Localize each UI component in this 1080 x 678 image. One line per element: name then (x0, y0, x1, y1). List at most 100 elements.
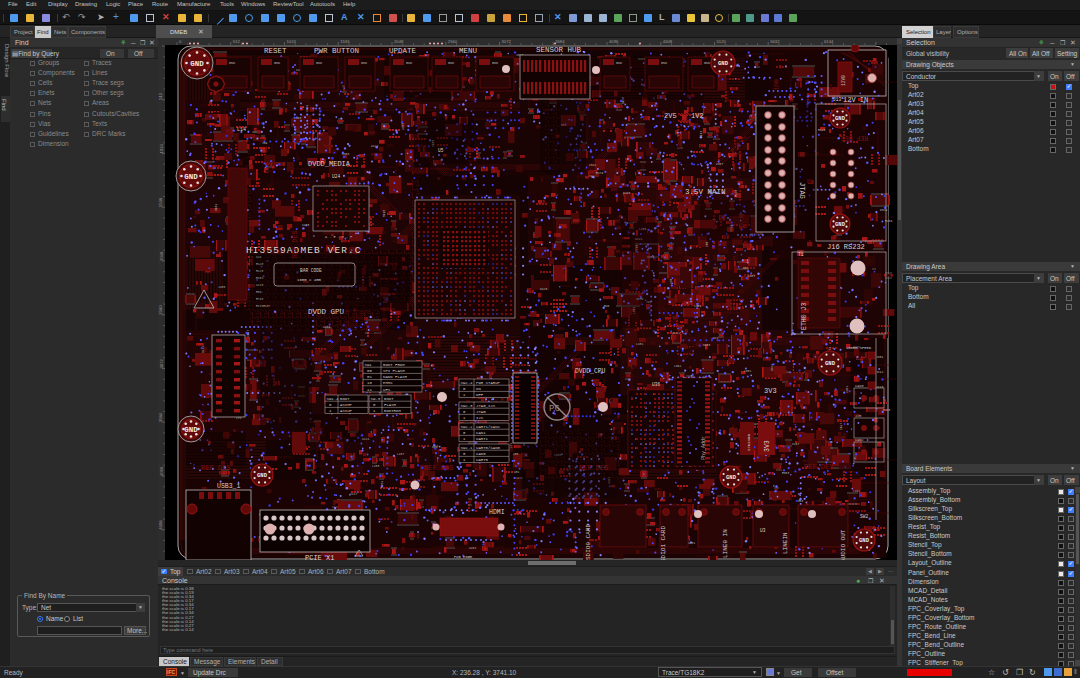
svg-text:C197: C197 (840, 423, 843, 430)
svg-text:L72: L72 (236, 417, 242, 420)
svg-text:REF DES: REF DES (201, 464, 230, 472)
svg-text:AUDIO OUT: AUDIO OUT (840, 529, 847, 560)
svg-text:J180: J180 (294, 117, 301, 120)
svg-text:C341: C341 (589, 164, 596, 167)
svg-text:U36: U36 (652, 382, 660, 387)
svg-text:SW1.4: SW1.4 (327, 397, 340, 401)
svg-text:L14: L14 (237, 127, 246, 133)
svg-text:U224: U224 (362, 438, 369, 441)
svg-text:D13: D13 (877, 385, 883, 389)
svg-text:NAND FLASH: NAND FLASH (383, 375, 408, 379)
svg-text:16mm X 4mm: 16mm X 4mm (297, 278, 322, 282)
svg-text:CAN1: CAN1 (476, 431, 486, 435)
svg-text:2560: 2560 (159, 305, 164, 315)
svg-text:2048: 2048 (159, 251, 164, 261)
svg-text:J24: J24 (589, 175, 595, 178)
svg-text:SPI FLASH: SPI FLASH (383, 369, 405, 373)
svg-text:S7N2366: S7N2366 (747, 434, 751, 451)
svg-text:U256: U256 (703, 52, 710, 55)
svg-text:SDIO1 CARD: SDIO1 CARD (660, 526, 667, 560)
svg-text:L161: L161 (853, 490, 860, 493)
svg-text:GND: GND (316, 61, 322, 65)
svg-text:U366: U366 (402, 123, 405, 130)
svg-text:1024: 1024 (287, 39, 297, 44)
svg-text:CAN0: CAN0 (476, 452, 486, 456)
svg-text:L129: L129 (694, 305, 701, 308)
svg-text:BOOT FROM: BOOT FROM (383, 363, 405, 367)
svg-text:R176R187: R176R187 (256, 305, 271, 308)
svg-text:C120: C120 (677, 180, 684, 183)
svg-text:J204: J204 (651, 144, 654, 151)
svg-text:UART0/CAN0: UART0/CAN0 (476, 446, 501, 450)
svg-text:D12: D12 (877, 370, 883, 374)
svg-text:C227: C227 (350, 493, 357, 496)
svg-text:J456: J456 (218, 286, 225, 289)
svg-text:REF DES: REF DES (804, 463, 833, 471)
svg-text:UFS: UFS (383, 388, 391, 392)
svg-text:SDIO0 CARD: SDIO0 CARD (585, 524, 592, 560)
svg-text:JTAG: JTAG (798, 182, 806, 199)
svg-text:2048: 2048 (394, 39, 404, 44)
svg-text:L74: L74 (510, 442, 513, 448)
svg-text:REF DES: REF DES (579, 464, 608, 472)
svg-text:01: 01 (367, 375, 372, 379)
svg-text:L101: L101 (636, 343, 643, 346)
svg-text:2560: 2560 (448, 39, 458, 44)
svg-text:R372: R372 (735, 153, 742, 156)
svg-text:10: 10 (367, 381, 372, 385)
svg-text:SW2: SW2 (860, 514, 868, 519)
svg-text:MENU: MENU (459, 47, 477, 55)
svg-text:U5: U5 (438, 148, 444, 153)
svg-text:GND: GND (257, 472, 268, 479)
svg-text:R209: R209 (381, 481, 384, 488)
svg-text:6144: 6144 (824, 39, 834, 44)
svg-text:SW2.1: SW2.1 (461, 446, 474, 450)
svg-text:BAR CODE: BAR CODE (300, 268, 322, 273)
svg-text:U65: U65 (670, 278, 673, 284)
svg-text:GND: GND (184, 426, 198, 434)
svg-text:R445: R445 (818, 129, 825, 132)
svg-text:DVDD_CPU: DVDD_CPU (575, 368, 605, 375)
svg-text:1024: 1024 (159, 144, 164, 154)
svg-text:R5O2R5O1: R5O2R5O1 (380, 307, 395, 311)
svg-text:D431: D431 (688, 542, 695, 545)
svg-text:D21: D21 (713, 337, 719, 340)
svg-text:J69: J69 (262, 142, 268, 145)
svg-text:3V3: 3V3 (764, 440, 771, 452)
svg-text:C125: C125 (256, 284, 263, 287)
svg-text:L352: L352 (699, 495, 702, 502)
svg-text:P6: P6 (549, 404, 560, 414)
svg-text:PWR STARUP: PWR STARUP (476, 381, 501, 385)
svg-text:3V3: 3V3 (764, 387, 777, 395)
svg-text:GND: GND (361, 61, 367, 65)
svg-text:R196: R196 (567, 517, 570, 524)
svg-text:GND: GND (184, 173, 198, 181)
svg-text:GND: GND (718, 60, 729, 67)
svg-text:GND: GND (661, 61, 667, 65)
svg-text:REF DES: REF DES (292, 231, 299, 258)
svg-text:PCB EDGE: PCB EDGE (454, 555, 473, 559)
svg-text:512: 512 (159, 92, 164, 100)
svg-text:SENSOR HUB.: SENSOR HUB. (536, 46, 586, 54)
svg-text:Phy_Addr: Phy_Addr (701, 436, 707, 460)
svg-text:12V0: 12V0 (841, 75, 846, 86)
svg-text:3584: 3584 (159, 412, 164, 422)
svg-text:4096: 4096 (159, 466, 164, 476)
svg-text:HDMI: HDMI (489, 509, 505, 516)
svg-text:R125: R125 (256, 270, 263, 273)
svg-text:SW2.4: SW2.4 (461, 381, 474, 385)
svg-text:RT40: RT40 (256, 298, 263, 301)
svg-text:R102: R102 (256, 277, 263, 280)
svg-text:J198: J198 (411, 513, 414, 520)
svg-text:DVDD GPU: DVDD GPU (308, 308, 344, 316)
svg-text:GND: GND (859, 537, 870, 544)
svg-text:U434: U434 (469, 547, 476, 550)
svg-text:REF DES: REF DES (424, 464, 453, 472)
svg-text:GND: GND (616, 61, 622, 65)
svg-text:ETH0 J3: ETH0 J3 (801, 303, 808, 330)
svg-text:C167: C167 (792, 443, 799, 446)
svg-text:L437: L437 (397, 453, 404, 456)
svg-text:1V2: 1V2 (691, 112, 704, 120)
svg-text:5120: 5120 (717, 39, 727, 44)
svg-text:D425: D425 (540, 288, 547, 291)
